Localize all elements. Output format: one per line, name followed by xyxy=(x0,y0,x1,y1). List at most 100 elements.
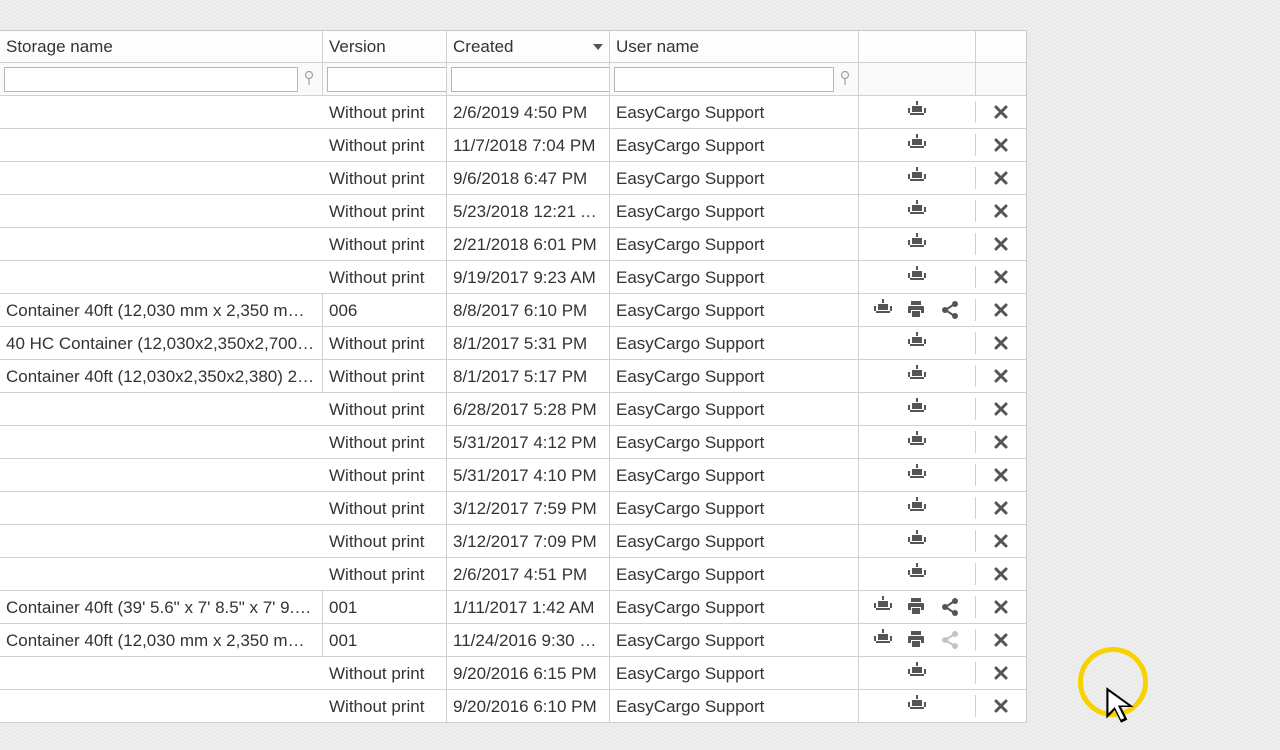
cell-actions xyxy=(859,398,976,420)
cell-version: Without print xyxy=(323,393,447,426)
filter-user-input[interactable] xyxy=(614,67,834,92)
delete-button[interactable] xyxy=(989,299,1013,321)
load-button[interactable] xyxy=(905,497,929,519)
filter-created-date[interactable] xyxy=(451,67,610,92)
column-header-version[interactable]: Version xyxy=(323,31,447,62)
delete-button[interactable] xyxy=(989,200,1013,222)
table-row[interactable]: Container 40ft (12,030 mm x 2,350 mm x 2… xyxy=(0,294,1026,327)
cell-delete xyxy=(976,233,1026,255)
delete-button[interactable] xyxy=(989,629,1013,651)
column-header-created-label: Created xyxy=(453,37,513,57)
filter-pin-icon[interactable] xyxy=(300,69,318,89)
cell-created: 5/31/2017 4:12 PM xyxy=(447,426,610,459)
load-button[interactable] xyxy=(905,233,929,255)
delete-button[interactable] xyxy=(989,695,1013,717)
load-button[interactable] xyxy=(871,629,895,651)
delete-button[interactable] xyxy=(989,662,1013,684)
print-button[interactable] xyxy=(905,299,929,321)
cell-delete xyxy=(976,266,1026,288)
delete-button[interactable] xyxy=(989,398,1013,420)
cell-user: EasyCargo Support xyxy=(610,327,859,360)
cell-delete xyxy=(976,662,1026,684)
cell-delete xyxy=(976,596,1026,618)
table-row[interactable]: Without print5/31/2017 4:12 PMEasyCargo … xyxy=(0,426,1026,459)
cell-created: 2/6/2017 4:51 PM xyxy=(447,558,610,591)
delete-button[interactable] xyxy=(989,431,1013,453)
load-button[interactable] xyxy=(905,167,929,189)
load-button[interactable] xyxy=(905,563,929,585)
table-row[interactable]: Without print9/6/2018 6:47 PMEasyCargo S… xyxy=(0,162,1026,195)
delete-button[interactable] xyxy=(989,596,1013,618)
table-row[interactable]: 40 HC Container (12,030x2,350x2,700) 28,… xyxy=(0,327,1026,360)
load-button[interactable] xyxy=(905,365,929,387)
cell-actions xyxy=(859,200,976,222)
table-row[interactable]: Without print9/19/2017 9:23 AMEasyCargo … xyxy=(0,261,1026,294)
column-header-user[interactable]: User name xyxy=(610,31,859,62)
table-row[interactable]: Without print2/21/2018 6:01 PMEasyCargo … xyxy=(0,228,1026,261)
table-row[interactable]: Without print6/28/2017 5:28 PMEasyCargo … xyxy=(0,393,1026,426)
load-button[interactable] xyxy=(871,299,895,321)
table-row[interactable]: Without print3/12/2017 7:59 PMEasyCargo … xyxy=(0,492,1026,525)
cell-actions xyxy=(859,629,976,651)
cell-created: 6/28/2017 5:28 PM xyxy=(447,393,610,426)
load-button[interactable] xyxy=(871,596,895,618)
load-button[interactable] xyxy=(905,431,929,453)
delete-button[interactable] xyxy=(989,497,1013,519)
load-button[interactable] xyxy=(905,530,929,552)
load-button[interactable] xyxy=(905,464,929,486)
filter-version-input[interactable] xyxy=(327,67,447,92)
cell-user: EasyCargo Support xyxy=(610,492,859,525)
load-button[interactable] xyxy=(905,662,929,684)
load-button[interactable] xyxy=(905,101,929,123)
column-header-storage[interactable]: Storage name xyxy=(0,31,323,62)
share-button[interactable] xyxy=(939,299,963,321)
cell-delete xyxy=(976,332,1026,354)
delete-button[interactable] xyxy=(989,530,1013,552)
load-button[interactable] xyxy=(905,134,929,156)
table-row[interactable]: Without print3/12/2017 7:09 PMEasyCargo … xyxy=(0,525,1026,558)
storage-grid: Storage name Version Created User name xyxy=(0,30,1027,723)
cell-user: EasyCargo Support xyxy=(610,459,859,492)
table-row[interactable]: Without print5/23/2018 12:21 AMEasyCargo… xyxy=(0,195,1026,228)
cell-actions xyxy=(859,662,976,684)
print-button[interactable] xyxy=(905,596,929,618)
cell-delete xyxy=(976,497,1026,519)
filter-created-input[interactable] xyxy=(452,68,610,91)
table-row[interactable]: Without print5/31/2017 4:10 PMEasyCargo … xyxy=(0,459,1026,492)
delete-button[interactable] xyxy=(989,563,1013,585)
table-row[interactable]: Without print9/20/2016 6:10 PMEasyCargo … xyxy=(0,690,1026,723)
table-row[interactable]: Without print9/20/2016 6:15 PMEasyCargo … xyxy=(0,657,1026,690)
cell-user: EasyCargo Support xyxy=(610,195,859,228)
cell-created: 2/21/2018 6:01 PM xyxy=(447,228,610,261)
delete-button[interactable] xyxy=(989,266,1013,288)
share-button[interactable] xyxy=(939,596,963,618)
load-button[interactable] xyxy=(905,398,929,420)
cell-user: EasyCargo Support xyxy=(610,558,859,591)
cell-storage: 40 HC Container (12,030x2,350x2,700) 28,… xyxy=(0,327,323,360)
table-row[interactable]: Container 40ft (12,030 mm x 2,350 mm x 2… xyxy=(0,624,1026,657)
delete-button[interactable] xyxy=(989,101,1013,123)
table-row[interactable]: Without print2/6/2019 4:50 PMEasyCargo S… xyxy=(0,96,1026,129)
cell-version: Without print xyxy=(323,657,447,690)
share-button xyxy=(939,629,963,651)
delete-button[interactable] xyxy=(989,134,1013,156)
delete-button[interactable] xyxy=(989,332,1013,354)
delete-button[interactable] xyxy=(989,464,1013,486)
print-button[interactable] xyxy=(905,629,929,651)
table-row[interactable]: Without print11/7/2018 7:04 PMEasyCargo … xyxy=(0,129,1026,162)
table-row[interactable]: Container 40ft (12,030x2,350x2,380) 26,4… xyxy=(0,360,1026,393)
column-header-created[interactable]: Created xyxy=(447,31,610,62)
load-button[interactable] xyxy=(905,695,929,717)
delete-button[interactable] xyxy=(989,233,1013,255)
load-button[interactable] xyxy=(905,332,929,354)
table-row[interactable]: Container 40ft (39' 5.6" x 7' 8.5" x 7' … xyxy=(0,591,1026,624)
cell-version: Without print xyxy=(323,129,447,162)
delete-button[interactable] xyxy=(989,167,1013,189)
filter-pin-icon[interactable] xyxy=(836,69,854,89)
delete-button[interactable] xyxy=(989,365,1013,387)
cell-user: EasyCargo Support xyxy=(610,129,859,162)
table-row[interactable]: Without print2/6/2017 4:51 PMEasyCargo S… xyxy=(0,558,1026,591)
filter-storage-input[interactable] xyxy=(4,67,298,92)
load-button[interactable] xyxy=(905,200,929,222)
load-button[interactable] xyxy=(905,266,929,288)
